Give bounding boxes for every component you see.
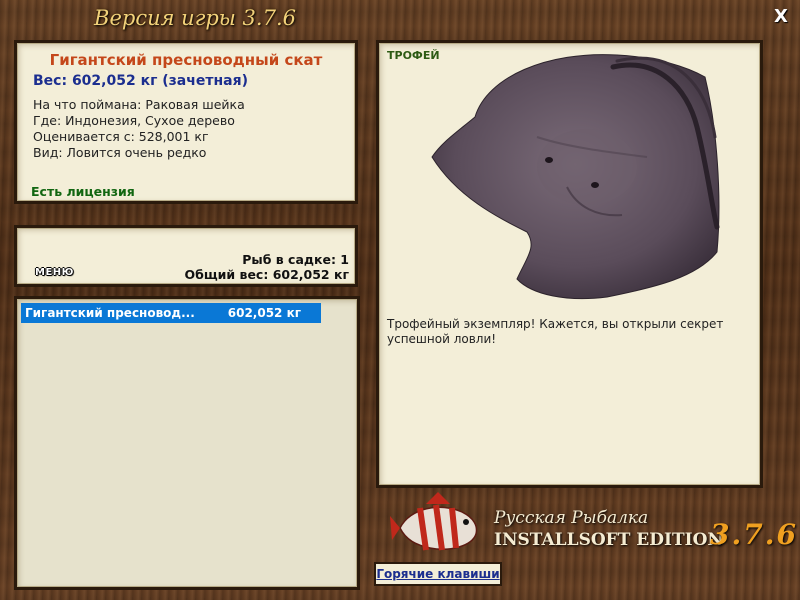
list-item-name: Гигантский пресновод...: [25, 306, 195, 320]
trophy-description: Трофейный экземпляр! Кажется, вы открыли…: [387, 317, 724, 346]
striped-fish-icon: [390, 492, 478, 551]
valued-from: Оценивается с: 528,001 кг: [33, 129, 209, 144]
window-title: Версия игры 3.7.6: [94, 6, 296, 30]
stingray-icon: [431, 54, 720, 300]
caught-on: На что поймана: Раковая шейка: [33, 97, 245, 112]
fish-info-panel: Гигантский пресноводный скат Вес: 602,05…: [14, 40, 358, 204]
fish-weight: Вес: 602,052 кг (зачетная): [33, 73, 248, 89]
brand-edition: INSTALLSOFT EDITION: [494, 530, 723, 550]
brand-title: Русская Рыбалка: [494, 508, 649, 528]
fish-name: Гигантский пресноводный скат: [49, 51, 323, 69]
fish-count: Рыб в садке: 1: [242, 252, 349, 267]
list-item[interactable]: Гигантский пресновод... 602,052 кг: [21, 303, 321, 323]
brand-block: Русская Рыбалка INSTALLSOFT EDITION 3.7.…: [390, 490, 798, 560]
hotkeys-button[interactable]: Горячие клавиши: [374, 562, 502, 586]
catch-list[interactable]: Гигантский пресновод... 602,052 кг: [14, 296, 360, 590]
rarity: Вид: Ловится очень редко: [33, 145, 207, 160]
menu-button[interactable]: МЕНЮ: [35, 267, 74, 278]
list-item-weight: 602,052 кг: [227, 306, 301, 320]
keepnet-summary-panel: МЕНЮ Рыб в садке: 1 Общий вес: 602,052 к…: [14, 225, 358, 287]
close-icon[interactable]: X: [770, 6, 792, 28]
trophy-panel: ТРОФЕЙ Трофейный экземпляр! Кажется, вы …: [376, 40, 763, 488]
total-weight: Общий вес: 602,052 кг: [184, 267, 350, 282]
license-status: Есть лицензия: [31, 184, 135, 199]
brand-version: 3.7.6: [710, 518, 798, 551]
location: Где: Индонезия, Сухое дерево: [33, 113, 235, 128]
